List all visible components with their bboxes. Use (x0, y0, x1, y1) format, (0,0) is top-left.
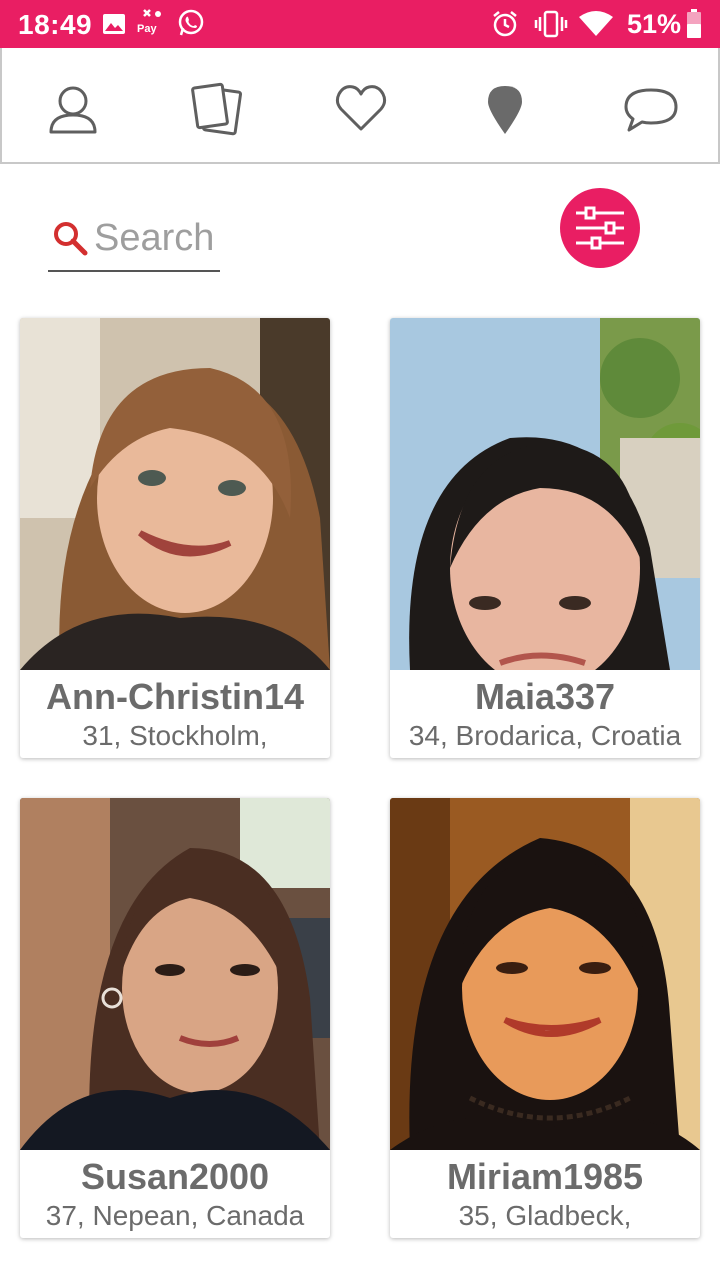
image-icon (102, 12, 126, 41)
alarm-icon (490, 9, 520, 44)
profile-name: Maia337 (474, 676, 616, 717)
battery-icon (686, 9, 702, 44)
cards-icon (191, 82, 243, 136)
pay-icon: Pay (136, 8, 166, 43)
profile-card[interactable]: Miriam1985 35, Gladbeck, (390, 798, 700, 1238)
profile-card[interactable]: Susan2000 37, Nepean, Canada (20, 798, 330, 1238)
top-navigation (0, 48, 720, 164)
search-icon (52, 220, 88, 261)
profile-card[interactable]: Maia337 34, Brodarica, Croatia (390, 318, 700, 758)
nav-nearby-button[interactable] (478, 82, 532, 136)
chat-bubble-icon (624, 88, 678, 132)
status-time: 18:49 (18, 9, 93, 40)
profile-photo (390, 798, 700, 1150)
profile-name: Susan2000 (80, 1156, 270, 1197)
nav-likes-button[interactable] (334, 82, 388, 136)
profile-details: 34, Brodarica, Croatia (408, 720, 682, 751)
nav-profile-button[interactable] (46, 82, 100, 136)
filter-button[interactable] (560, 188, 640, 268)
profile-photo (20, 798, 330, 1150)
nav-messages-button[interactable] (622, 82, 680, 136)
whatsapp-icon (176, 8, 206, 43)
profile-details: 35, Gladbeck, (458, 1200, 632, 1231)
search-input[interactable] (94, 216, 218, 260)
status-bar: 18:49 Pay 51% (0, 0, 720, 48)
person-icon (49, 86, 97, 134)
battery-percent: 51% (627, 9, 682, 39)
profile-details: 31, Stockholm, (82, 720, 268, 751)
location-pin-icon (488, 86, 522, 134)
heart-icon (335, 85, 387, 131)
profile-photo (390, 318, 700, 670)
wifi-icon (578, 10, 614, 43)
pay-label: Pay (137, 23, 157, 35)
search-field[interactable] (48, 214, 220, 272)
profile-card[interactable]: Ann-Christin14 31, Stockholm, (20, 318, 330, 758)
profile-photo (20, 318, 330, 670)
vibrate-icon (534, 9, 568, 44)
nav-cards-button[interactable] (190, 82, 244, 136)
sliders-icon (576, 206, 624, 250)
profile-details: 37, Nepean, Canada (45, 1200, 305, 1231)
profile-name: Miriam1985 (446, 1156, 644, 1197)
profile-name: Ann-Christin14 (45, 676, 304, 717)
